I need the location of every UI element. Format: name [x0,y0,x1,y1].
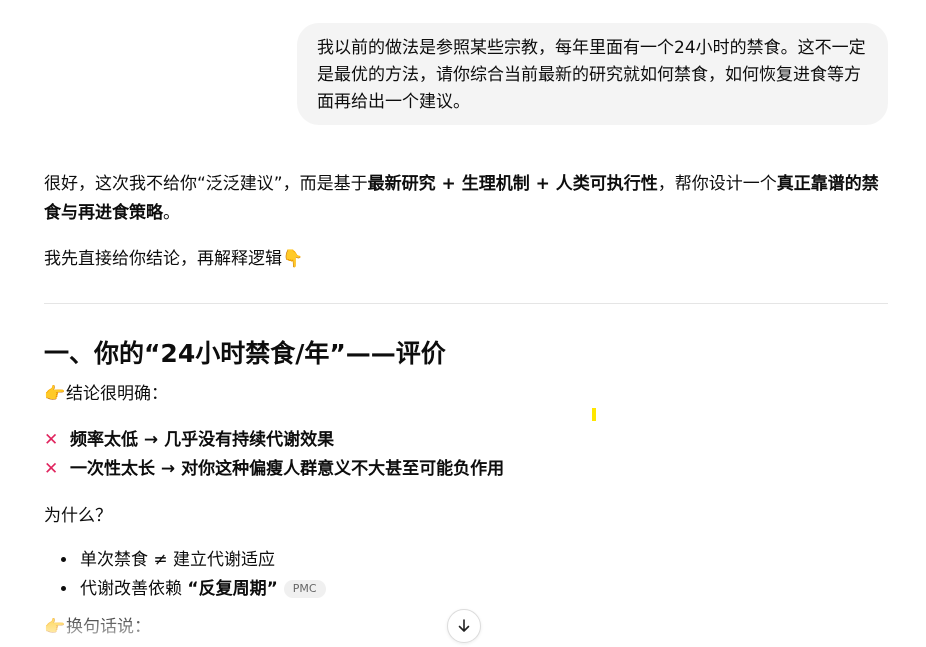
cross-mark-icon: ✕ [44,459,59,479]
pointing-right-icon: 👉 [44,384,66,404]
intro-text-1: 很好，这次我不给你“泛泛建议”，而是基于 [44,174,368,194]
logic-line: 我先直接给你结论，再解释逻辑👇 [44,246,888,273]
chat-page: 我以前的做法是参照某些宗教，每年里面有一个24小时的禁食。这不一定是最优的方法，… [0,0,926,647]
intro-bold-1: 最新研究 + 生理机制 + 人类可执行性 [367,174,658,194]
conclusion-line: 👉结论很明确： [44,380,888,408]
pointing-down-icon: 👇 [282,249,304,269]
list-item: 代谢改善依赖 “反复周期” PMC [78,575,326,604]
point-2-text: 一次性太长 → 对你这种偏瘦人群意义不大甚至可能负作用 [70,459,505,479]
bullet-text: 代谢改善依赖 [80,579,188,599]
logic-text: 我先直接给你结论，再解释逻辑 [44,249,282,269]
point-1: ✕ 频率太低 → 几乎没有持续代谢效果 [44,426,888,454]
why-line: 为什么？ [44,506,112,526]
point-1-text: 频率太低 → 几乎没有持续代谢效果 [70,430,335,450]
section-divider [44,303,888,304]
user-message-text: 我以前的做法是参照某些宗教，每年里面有一个24小时的禁食。这不一定是最优的方法，… [317,38,866,112]
arrow-down-icon [458,619,470,632]
cross-mark-icon: ✕ [44,430,59,450]
point-2: ✕ 一次性太长 → 对你这种偏瘦人群意义不大甚至可能负作用 [44,455,888,483]
pointing-right-icon: 👉 [44,617,66,637]
assistant-intro: 很好，这次我不给你“泛泛建议”，而是基于最新研究 + 生理机制 + 人类可执行性… [44,170,888,228]
list-item: 单次禁食 ≠ 建立代谢适应 [78,546,326,575]
reasons-list: 单次禁食 ≠ 建立代谢适应 代谢改善依赖 “反复周期” PMC [44,546,326,604]
bullet-text: 单次禁食 ≠ 建立代谢适应 [80,550,276,570]
intro-text-3: 。 [163,203,180,223]
bullet-bold-text: “反复周期” [187,579,278,599]
scroll-to-bottom-button[interactable] [447,609,481,643]
conclusion-text: 结论很明确： [66,384,168,404]
intro-text-2: ，帮你设计一个 [657,174,777,194]
text-cursor-marker [592,408,596,421]
rephrase-text: 换句话说： [66,617,151,637]
citation-chip[interactable]: PMC [283,580,326,598]
user-message-bubble: 我以前的做法是参照某些宗教，每年里面有一个24小时的禁食。这不一定是最优的方法，… [297,23,888,125]
section-heading: 一、你的“24小时禁食/年”——评价 [44,339,446,368]
